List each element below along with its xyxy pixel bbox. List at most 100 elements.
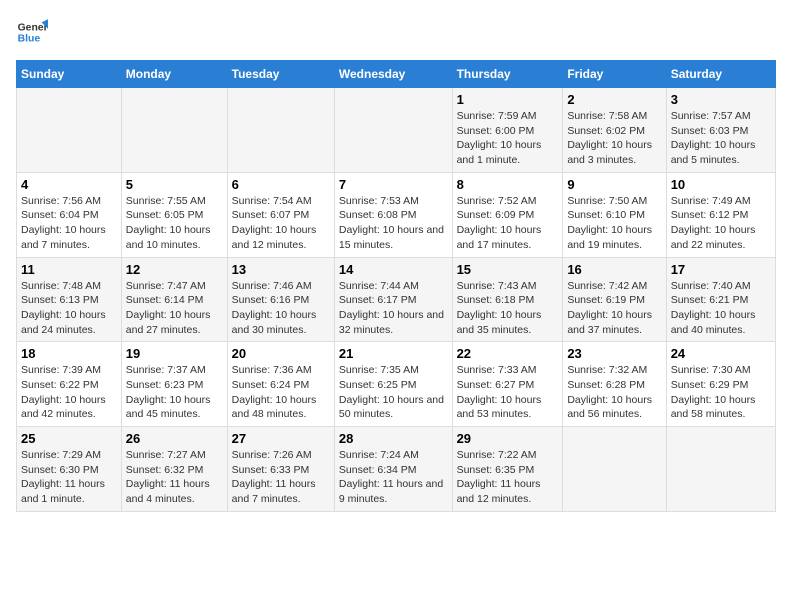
calendar-cell [227, 88, 334, 173]
calendar-cell: 16 Sunrise: 7:42 AMSunset: 6:19 PMDayligh… [563, 257, 666, 342]
calendar-cell: 10 Sunrise: 7:49 AMSunset: 6:12 PMDayligh… [666, 172, 775, 257]
day-number: 28 [339, 431, 448, 446]
day-info: Sunrise: 7:53 AMSunset: 6:08 PMDaylight:… [339, 194, 448, 253]
calendar-cell: 11 Sunrise: 7:48 AMSunset: 6:13 PMDayligh… [17, 257, 122, 342]
day-number: 25 [21, 431, 117, 446]
calendar-cell: 27 Sunrise: 7:26 AMSunset: 6:33 PMDayligh… [227, 427, 334, 512]
day-number: 27 [232, 431, 330, 446]
calendar-cell: 6Sunrise: 7:54 AMSunset: 6:07 PMDaylight… [227, 172, 334, 257]
calendar-cell: 20Sunrise: 7:36 AMSunset: 6:24 PMDayligh… [227, 342, 334, 427]
day-number: 16 [567, 262, 661, 277]
calendar-cell: 25 Sunrise: 7:29 AMSunset: 6:30 PMDayligh… [17, 427, 122, 512]
header-tuesday: Tuesday [227, 61, 334, 88]
calendar-cell: 19 Sunrise: 7:37 AMSunset: 6:23 PMDayligh… [121, 342, 227, 427]
day-number: 22 [457, 346, 559, 361]
day-number: 6 [232, 177, 330, 192]
day-number: 26 [126, 431, 223, 446]
header-saturday: Saturday [666, 61, 775, 88]
header-thursday: Thursday [452, 61, 563, 88]
day-number: 15 [457, 262, 559, 277]
header-friday: Friday [563, 61, 666, 88]
header-sunday: Sunday [17, 61, 122, 88]
day-number: 2 [567, 92, 661, 107]
day-info: Sunrise: 7:46 AMSunset: 6:16 PMDaylight:… [232, 279, 330, 338]
calendar-cell [563, 427, 666, 512]
calendar-cell: 14Sunrise: 7:44 AMSunset: 6:17 PMDayligh… [334, 257, 452, 342]
calendar-week-row: 11 Sunrise: 7:48 AMSunset: 6:13 PMDayligh… [17, 257, 776, 342]
day-info: Sunrise: 7:30 AMSunset: 6:29 PMDaylight:… [671, 363, 771, 422]
calendar-cell [334, 88, 452, 173]
day-number: 9 [567, 177, 661, 192]
day-number: 24 [671, 346, 771, 361]
day-info: Sunrise: 7:22 AMSunset: 6:35 PMDaylight:… [457, 448, 559, 507]
day-info: Sunrise: 7:26 AMSunset: 6:33 PMDaylight:… [232, 448, 330, 507]
day-info: Sunrise: 7:35 AMSunset: 6:25 PMDaylight:… [339, 363, 448, 422]
day-info: Sunrise: 7:29 AMSunset: 6:30 PMDaylight:… [21, 448, 117, 507]
header-monday: Monday [121, 61, 227, 88]
calendar-cell: 29 Sunrise: 7:22 AMSunset: 6:35 PMDayligh… [452, 427, 563, 512]
day-number: 17 [671, 262, 771, 277]
day-number: 23 [567, 346, 661, 361]
calendar-week-row: 25 Sunrise: 7:29 AMSunset: 6:30 PMDayligh… [17, 427, 776, 512]
calendar-cell [17, 88, 122, 173]
day-info: Sunrise: 7:55 AMSunset: 6:05 PMDaylight:… [126, 194, 223, 253]
calendar-cell [121, 88, 227, 173]
calendar-header-row: SundayMondayTuesdayWednesdayThursdayFrid… [17, 61, 776, 88]
calendar-cell: 8 Sunrise: 7:52 AMSunset: 6:09 PMDaylight… [452, 172, 563, 257]
calendar-cell: 15 Sunrise: 7:43 AMSunset: 6:18 PMDayligh… [452, 257, 563, 342]
calendar-cell: 1 Sunrise: 7:59 AMSunset: 6:00 PMDaylight… [452, 88, 563, 173]
day-number: 1 [457, 92, 559, 107]
calendar-cell: 23 Sunrise: 7:32 AMSunset: 6:28 PMDayligh… [563, 342, 666, 427]
day-number: 21 [339, 346, 448, 361]
day-number: 8 [457, 177, 559, 192]
calendar-cell: 12Sunrise: 7:47 AMSunset: 6:14 PMDayligh… [121, 257, 227, 342]
calendar-cell: 13 Sunrise: 7:46 AMSunset: 6:16 PMDayligh… [227, 257, 334, 342]
day-info: Sunrise: 7:40 AMSunset: 6:21 PMDaylight:… [671, 279, 771, 338]
day-info: Sunrise: 7:32 AMSunset: 6:28 PMDaylight:… [567, 363, 661, 422]
day-info: Sunrise: 7:39 AMSunset: 6:22 PMDaylight:… [21, 363, 117, 422]
day-number: 11 [21, 262, 117, 277]
calendar-week-row: 4 Sunrise: 7:56 AMSunset: 6:04 PMDaylight… [17, 172, 776, 257]
day-number: 4 [21, 177, 117, 192]
calendar-cell: 5 Sunrise: 7:55 AMSunset: 6:05 PMDaylight… [121, 172, 227, 257]
calendar-cell [666, 427, 775, 512]
day-number: 19 [126, 346, 223, 361]
calendar-cell: 4 Sunrise: 7:56 AMSunset: 6:04 PMDaylight… [17, 172, 122, 257]
calendar-cell: 2Sunrise: 7:58 AMSunset: 6:02 PMDaylight… [563, 88, 666, 173]
day-info: Sunrise: 7:43 AMSunset: 6:18 PMDaylight:… [457, 279, 559, 338]
calendar-week-row: 1 Sunrise: 7:59 AMSunset: 6:00 PMDaylight… [17, 88, 776, 173]
day-info: Sunrise: 7:47 AMSunset: 6:14 PMDaylight:… [126, 279, 223, 338]
calendar-week-row: 18 Sunrise: 7:39 AMSunset: 6:22 PMDayligh… [17, 342, 776, 427]
day-number: 5 [126, 177, 223, 192]
day-number: 3 [671, 92, 771, 107]
calendar-cell: 3 Sunrise: 7:57 AMSunset: 6:03 PMDaylight… [666, 88, 775, 173]
day-info: Sunrise: 7:59 AMSunset: 6:00 PMDaylight:… [457, 109, 559, 168]
day-number: 18 [21, 346, 117, 361]
calendar-cell: 17 Sunrise: 7:40 AMSunset: 6:21 PMDayligh… [666, 257, 775, 342]
calendar-cell: 21 Sunrise: 7:35 AMSunset: 6:25 PMDayligh… [334, 342, 452, 427]
logo-icon: General Blue [16, 16, 48, 48]
calendar-cell: 7Sunrise: 7:53 AMSunset: 6:08 PMDaylight… [334, 172, 452, 257]
day-info: Sunrise: 7:57 AMSunset: 6:03 PMDaylight:… [671, 109, 771, 168]
page-header: General Blue [16, 16, 776, 48]
day-info: Sunrise: 7:24 AMSunset: 6:34 PMDaylight:… [339, 448, 448, 507]
calendar-cell: 9 Sunrise: 7:50 AMSunset: 6:10 PMDaylight… [563, 172, 666, 257]
calendar-cell: 26 Sunrise: 7:27 AMSunset: 6:32 PMDayligh… [121, 427, 227, 512]
day-info: Sunrise: 7:37 AMSunset: 6:23 PMDaylight:… [126, 363, 223, 422]
day-info: Sunrise: 7:52 AMSunset: 6:09 PMDaylight:… [457, 194, 559, 253]
calendar-cell: 24 Sunrise: 7:30 AMSunset: 6:29 PMDayligh… [666, 342, 775, 427]
svg-text:Blue: Blue [18, 34, 41, 45]
day-info: Sunrise: 7:27 AMSunset: 6:32 PMDaylight:… [126, 448, 223, 507]
day-info: Sunrise: 7:49 AMSunset: 6:12 PMDaylight:… [671, 194, 771, 253]
day-info: Sunrise: 7:33 AMSunset: 6:27 PMDaylight:… [457, 363, 559, 422]
calendar-cell: 18 Sunrise: 7:39 AMSunset: 6:22 PMDayligh… [17, 342, 122, 427]
day-number: 13 [232, 262, 330, 277]
day-info: Sunrise: 7:42 AMSunset: 6:19 PMDaylight:… [567, 279, 661, 338]
day-number: 10 [671, 177, 771, 192]
day-info: Sunrise: 7:44 AMSunset: 6:17 PMDaylight:… [339, 279, 448, 338]
day-info: Sunrise: 7:48 AMSunset: 6:13 PMDaylight:… [21, 279, 117, 338]
day-number: 29 [457, 431, 559, 446]
header-wednesday: Wednesday [334, 61, 452, 88]
day-info: Sunrise: 7:56 AMSunset: 6:04 PMDaylight:… [21, 194, 117, 253]
day-info: Sunrise: 7:50 AMSunset: 6:10 PMDaylight:… [567, 194, 661, 253]
